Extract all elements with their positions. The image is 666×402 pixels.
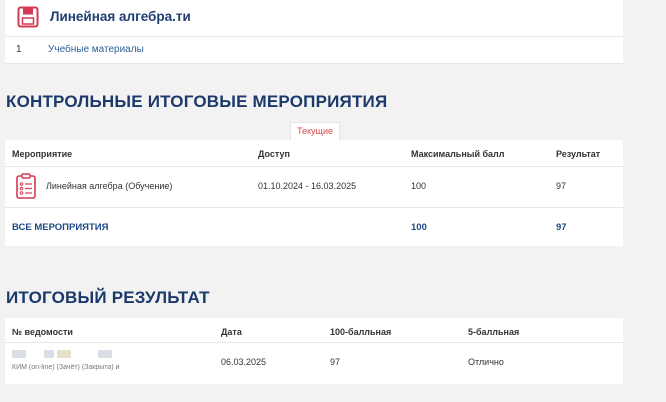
events-section-title: КОНТРОЛЬНЫЕ ИТОГОВЫЕ МЕРОПРИЯТИЯ: [6, 92, 388, 111]
materials-link[interactable]: Учебные материалы: [48, 44, 144, 55]
col-max-score: Максимальный балл: [411, 149, 505, 159]
col-event: Мероприятие: [12, 149, 73, 159]
col-score-5: 5-балльная: [468, 327, 520, 337]
col-score-100: 100-балльная: [330, 327, 392, 337]
statement-text: КИМ (on-line) (Зачёт) (Закрыта) и: [12, 364, 120, 371]
header-divider: [5, 342, 623, 343]
events-table: Мероприятие Доступ Максимальный балл Рез…: [5, 140, 623, 246]
clipboard-checklist-icon: [16, 173, 36, 199]
total-divider: [5, 207, 623, 208]
col-statement: № ведомости: [12, 327, 73, 337]
course-title[interactable]: Линейная алгебра.ти: [50, 9, 191, 24]
event-name[interactable]: Линейная алгебра (Обучение): [46, 181, 172, 191]
results-section-title: ИТОГОВЫЙ РЕЗУЛЬТАТ: [6, 288, 210, 307]
results-table: № ведомости Дата 100-балльная 5-балльная…: [5, 318, 623, 384]
col-date: Дата: [221, 327, 242, 337]
event-access: 01.10.2024 - 16.03.2025: [258, 181, 357, 191]
result-score-5: Отлично: [468, 357, 504, 367]
result-score-100: 97: [330, 357, 341, 367]
total-max-score: 100: [411, 222, 427, 233]
total-label: ВСЕ МЕРОПРИЯТИЯ: [12, 222, 109, 233]
course-card: Линейная алгебра.ти 1 Учебные материалы: [5, 0, 623, 64]
row-number: 1: [16, 44, 22, 55]
col-access: Доступ: [258, 149, 290, 159]
course-header[interactable]: Линейная алгебра.ти: [5, 0, 623, 37]
total-result: 97: [556, 222, 567, 233]
header-divider: [5, 166, 623, 167]
event-max-score: 100: [411, 181, 427, 191]
course-material-row: 1 Учебные материалы: [5, 37, 623, 63]
result-date: 06.03.2025: [221, 357, 267, 367]
tab-current[interactable]: Текущие: [290, 122, 340, 140]
floppy-disk-icon: [17, 6, 39, 28]
col-result: Результат: [556, 149, 601, 159]
event-result: 97: [556, 181, 567, 191]
